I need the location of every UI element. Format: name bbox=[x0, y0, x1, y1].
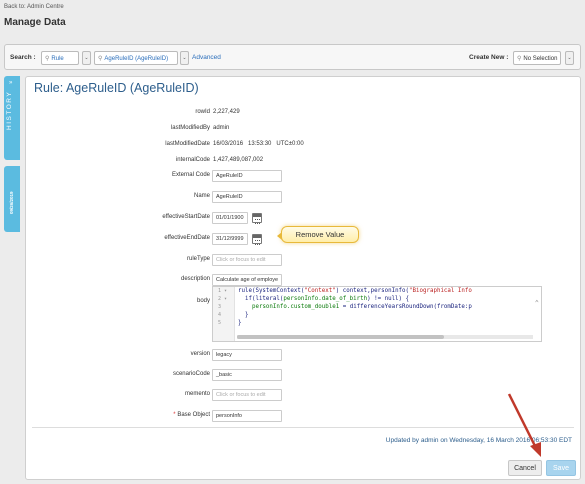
create-new-select[interactable]: ⚲ No Selection bbox=[513, 51, 561, 65]
line-number: 5 bbox=[218, 320, 222, 326]
version-tab-label: 09/26/2019 bbox=[9, 191, 14, 214]
line-number-gutter: 1 ▾ 2 ▾ 3 4 5 bbox=[213, 287, 235, 341]
field-value: 1,427,489,087,002 bbox=[213, 157, 264, 163]
history-tab-label: HISTORY bbox=[6, 90, 13, 130]
field-value: admin bbox=[213, 125, 230, 131]
create-new-label: Create New : bbox=[469, 54, 509, 61]
chevron-up-icon[interactable]: ⌃ bbox=[535, 299, 539, 307]
advanced-link[interactable]: Advanced bbox=[192, 54, 221, 61]
field-value: 2,227,429 bbox=[213, 109, 240, 115]
calendar-icon[interactable] bbox=[252, 213, 262, 224]
chevron-down-icon[interactable]: ⌄ bbox=[565, 51, 574, 65]
back-link[interactable]: Back to: Admin Centre bbox=[4, 4, 64, 10]
page-title: Manage Data bbox=[4, 17, 66, 28]
memento-field[interactable]: Click or focus to edit bbox=[212, 389, 282, 401]
line-number: 2 ▾ bbox=[218, 296, 228, 302]
field-row-last-modified-date: lastModifiedDate 16/03/2016 13:53:30 UTC… bbox=[26, 139, 582, 151]
line-number: 1 ▾ bbox=[218, 288, 228, 294]
record-panel: Rule: AgeRuleID (AgeRuleID) rowId 2,227,… bbox=[25, 76, 581, 480]
search-type-select[interactable]: ⚲ Rule bbox=[41, 51, 79, 65]
code-line: personInfo.custom_double1 = differenceYe… bbox=[251, 304, 472, 310]
field-row-scenario-code: scenarioCode bbox=[26, 369, 582, 381]
base-object-field[interactable]: personInfo bbox=[212, 410, 282, 422]
field-row-description: description bbox=[26, 274, 582, 286]
rule-type-field[interactable]: Click or focus to edit bbox=[212, 254, 282, 266]
chevron-down-icon[interactable]: ⌄ bbox=[180, 51, 189, 65]
description-field[interactable]: Calculate age of employe bbox=[212, 274, 282, 286]
code-line: rule(SystemContext("Context") context,pe… bbox=[238, 288, 472, 294]
search-label: Search : bbox=[10, 54, 36, 61]
field-row-last-modified-by: lastModifiedBy admin bbox=[26, 123, 582, 135]
field-label: lastModifiedBy bbox=[170, 125, 210, 131]
field-label: rowId bbox=[195, 109, 210, 115]
record-title: Rule: AgeRuleID (AgeRuleID) bbox=[34, 81, 199, 95]
effective-start-date-field[interactable]: 01/01/1900 bbox=[212, 212, 248, 224]
field-row-rowid: rowId 2,227,429 bbox=[26, 107, 582, 119]
version-tab[interactable]: 09/26/2019 bbox=[4, 166, 20, 232]
create-new-value: No Selection bbox=[523, 56, 558, 62]
field-row-base-object: * Base Object bbox=[26, 410, 582, 422]
scenario-code-field[interactable]: _basic bbox=[212, 369, 282, 381]
updated-status: Updated by admin on Wednesday, 16 March … bbox=[385, 437, 572, 444]
field-row-internal-code: internalCode 1,427,489,087,002 bbox=[26, 155, 582, 167]
search-object-select[interactable]: ⚲ AgeRuleID (AgeRuleID) bbox=[94, 51, 178, 65]
field-label: description bbox=[180, 276, 210, 282]
cancel-button[interactable]: Cancel bbox=[508, 460, 542, 476]
search-object-value: AgeRuleID (AgeRuleID) bbox=[104, 56, 169, 62]
field-row-name: Name bbox=[26, 191, 582, 203]
field-row-effective-start-date: effectiveStartDate bbox=[26, 212, 582, 224]
field-label: body bbox=[196, 298, 210, 304]
field-label: internalCode bbox=[175, 157, 210, 163]
search-bar: Search : ⚲ Rule ⌄ ⚲ AgeRuleID (AgeRuleID) … bbox=[4, 44, 581, 70]
code-line: } bbox=[238, 320, 242, 326]
field-label: effectiveEndDate bbox=[164, 235, 210, 241]
code-lines: rule(SystemContext("Context") context,pe… bbox=[238, 287, 472, 327]
field-label: effectiveStartDate bbox=[162, 214, 210, 220]
field-label: scenarioCode bbox=[172, 371, 210, 377]
external-code-field[interactable]: AgeRuleID bbox=[212, 170, 282, 182]
divider bbox=[32, 427, 574, 428]
search-icon: ⚲ bbox=[98, 56, 103, 62]
body-code-editor[interactable]: 1 ▾ 2 ▾ 3 4 5 rule(SystemContext("Contex… bbox=[212, 286, 542, 342]
history-tab[interactable]: » HISTORY bbox=[4, 76, 20, 160]
effective-end-date-field[interactable]: 31/12/9999 bbox=[212, 233, 248, 245]
search-type-value: Rule bbox=[51, 56, 64, 62]
field-value: 16/03/2016 13:53:30 UTC±0:00 bbox=[213, 141, 304, 147]
save-button[interactable]: Save bbox=[546, 460, 576, 476]
required-marker: * bbox=[173, 412, 176, 418]
field-row-external-code: External Code bbox=[26, 170, 582, 182]
line-number: 3 bbox=[218, 304, 222, 310]
field-label: * Base Object bbox=[173, 412, 210, 418]
field-label: memento bbox=[184, 391, 210, 397]
search-icon: ⚲ bbox=[517, 56, 522, 62]
name-field[interactable]: AgeRuleID bbox=[212, 191, 282, 203]
version-field[interactable]: legacy bbox=[212, 349, 282, 361]
code-line: } bbox=[238, 312, 249, 318]
code-line: if(literal(personInfo.date_of_birth) != … bbox=[238, 296, 410, 302]
search-icon: ⚲ bbox=[45, 56, 50, 62]
field-label: version bbox=[190, 351, 210, 357]
field-label: Name bbox=[193, 193, 210, 199]
calendar-icon[interactable] bbox=[252, 234, 262, 245]
line-number: 4 bbox=[218, 312, 222, 318]
chevron-down-icon[interactable]: ⌄ bbox=[82, 51, 91, 65]
horizontal-scrollbar[interactable] bbox=[237, 335, 533, 339]
field-row-rule-type: ruleType bbox=[26, 254, 582, 266]
field-label: lastModifiedDate bbox=[165, 141, 210, 147]
remove-value-tooltip: Remove Value bbox=[277, 226, 359, 243]
field-row-memento: memento bbox=[26, 389, 582, 401]
scrollbar-thumb[interactable] bbox=[237, 335, 445, 339]
field-row-version: version bbox=[26, 349, 582, 361]
field-label: ruleType bbox=[186, 256, 210, 262]
field-label: External Code bbox=[171, 172, 210, 178]
